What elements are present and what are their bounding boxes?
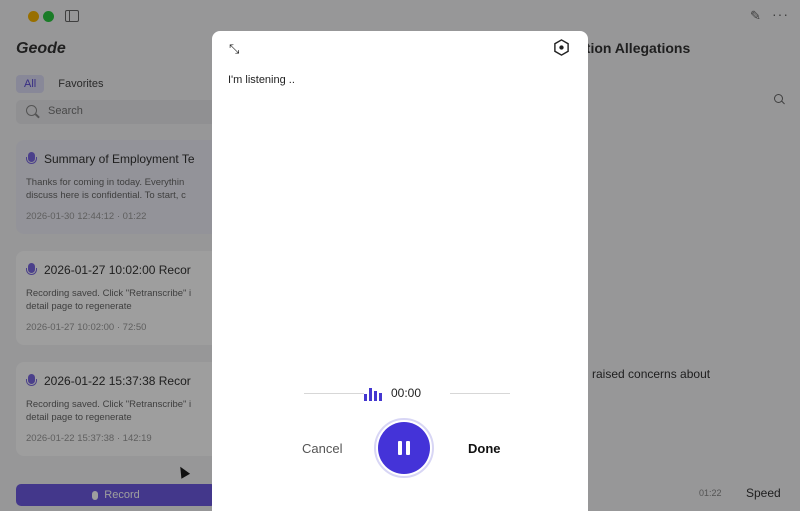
waveform-line [450, 393, 510, 394]
pause-icon [378, 422, 430, 474]
done-button[interactable]: Done [468, 441, 501, 456]
waveform-row: 00:00 [304, 386, 528, 402]
collapse-icon[interactable]: ⤡ [229, 42, 243, 56]
cancel-button[interactable]: Cancel [302, 441, 342, 456]
waveform-line [304, 393, 364, 394]
recording-timer: 00:00 [391, 386, 422, 400]
settings-icon[interactable] [553, 39, 570, 56]
audio-bars-icon [364, 388, 382, 401]
pause-button[interactable] [374, 418, 434, 478]
recording-modal: ⤡ I'm listening .. 00:00 Cancel Done [212, 31, 588, 511]
listening-status: I'm listening .. [228, 74, 295, 86]
